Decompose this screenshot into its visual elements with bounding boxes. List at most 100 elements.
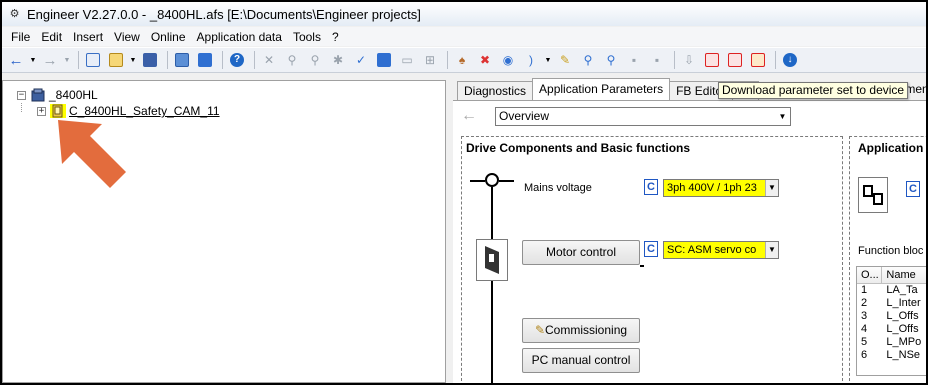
upload-parameter-icon[interactable]: ⇩ xyxy=(679,50,699,70)
chevron-down-icon[interactable]: ▼ xyxy=(765,242,778,258)
tab-diagnostics[interactable]: Diagnostics xyxy=(457,81,534,100)
function-blocks-label: Function bloc xyxy=(858,245,924,257)
application-title: Application xyxy=(858,141,924,155)
open-project-icon[interactable] xyxy=(106,50,126,70)
application-block-icon[interactable] xyxy=(858,177,888,213)
help-icon[interactable]: ? xyxy=(227,50,247,70)
menu-bar: File Edit Insert View Online Application… xyxy=(2,27,926,46)
device-dropdown-icon[interactable]: ▼ xyxy=(544,50,552,70)
motor-control-label: Motor control xyxy=(545,245,617,259)
device-9-icon[interactable]: ▪ xyxy=(647,50,667,70)
commissioning-button[interactable]: ✎Commissioning xyxy=(522,318,640,343)
menu-edit[interactable]: Edit xyxy=(38,30,70,44)
forward-arrow-icon[interactable]: → xyxy=(40,50,60,70)
online-1-icon[interactable]: ✕ xyxy=(259,50,279,70)
tree-root-label: _8400HL xyxy=(49,88,98,102)
table-row[interactable]: 3 L_Offs xyxy=(857,310,926,323)
row-name: L_Offs xyxy=(886,323,919,335)
window-icon[interactable] xyxy=(172,50,192,70)
download-parameter-set-icon[interactable] xyxy=(702,50,722,70)
table-header: O... Name xyxy=(857,267,926,284)
back-dropdown-icon[interactable]: ▼ xyxy=(29,50,37,70)
mains-line-right xyxy=(499,180,514,182)
device-icon xyxy=(50,104,66,118)
toolbar-separator xyxy=(254,51,255,69)
tree-root-node[interactable]: − _8400HL xyxy=(17,87,98,103)
online-5-icon[interactable]: ✓ xyxy=(351,50,371,70)
device-1-icon[interactable]: ♠ xyxy=(452,50,472,70)
table-row[interactable]: 4 L_Offs xyxy=(857,323,926,336)
application-parameters-panel: ← Overview ▼ Drive Components and Basic … xyxy=(453,100,926,383)
new-project-icon[interactable] xyxy=(83,50,103,70)
menu-application-data[interactable]: Application data xyxy=(194,30,290,44)
table-row[interactable]: 6 L_NSe xyxy=(857,349,926,362)
forward-dropdown-icon[interactable]: ▼ xyxy=(63,50,71,70)
mains-c-badge[interactable]: C xyxy=(644,179,658,195)
device-4-icon[interactable]: ) xyxy=(521,50,541,70)
table-row[interactable]: 2 L_Inter xyxy=(857,297,926,310)
online-4-icon[interactable]: ✱ xyxy=(328,50,348,70)
inverter-icon xyxy=(485,246,499,274)
motor-shadow xyxy=(640,265,644,267)
online-6-icon[interactable] xyxy=(374,50,394,70)
download-icon[interactable]: ↓ xyxy=(780,50,800,70)
table-row[interactable]: 1 LA_Ta xyxy=(857,284,926,297)
chevron-down-icon[interactable]: ▼ xyxy=(775,108,790,125)
chevron-down-icon[interactable]: ▼ xyxy=(765,180,778,196)
menu-insert[interactable]: Insert xyxy=(70,30,111,44)
device-7-icon[interactable]: ⚲ xyxy=(601,50,621,70)
device-5-icon[interactable]: ✎ xyxy=(555,50,575,70)
commissioning-label: Commissioning xyxy=(545,323,628,337)
device-3-icon[interactable]: ◉ xyxy=(498,50,518,70)
device-2-icon[interactable]: ✖ xyxy=(475,50,495,70)
motor-control-select[interactable]: SC: ASM servo co ▼ xyxy=(663,241,779,259)
tab-application-parameters[interactable]: Application Parameters xyxy=(532,78,671,100)
menu-tools[interactable]: Tools xyxy=(290,30,329,44)
menu-online[interactable]: Online xyxy=(148,30,194,44)
device-editor-pane: Diagnostics Application Parameters FB Ed… xyxy=(451,76,926,383)
online-7-icon[interactable]: ▭ xyxy=(397,50,417,70)
mains-voltage-select[interactable]: 3ph 400V / 1ph 23 ▼ xyxy=(663,179,779,197)
nav-back-icon[interactable]: ← xyxy=(461,107,479,125)
drive-components-group: Drive Components and Basic functions Mai… xyxy=(461,136,843,383)
online-3-icon[interactable]: ⚲ xyxy=(305,50,325,70)
application-c-badge[interactable]: C xyxy=(906,181,920,197)
mains-node-icon xyxy=(485,173,499,187)
tree-expand-icon[interactable]: + xyxy=(37,106,46,116)
window-title: Engineer V2.27.0.0 - _8400HL.afs [E:\Doc… xyxy=(27,7,421,22)
mains-line-left xyxy=(470,180,485,182)
mains-voltage-value: 3ph 400V / 1ph 23 xyxy=(667,182,757,194)
row-order: 4 xyxy=(861,323,868,335)
save-icon[interactable] xyxy=(140,50,160,70)
title-bar: ⚙ Engineer V2.27.0.0 - _8400HL.afs [E:\D… xyxy=(2,2,926,26)
device-8-icon[interactable]: ▪ xyxy=(624,50,644,70)
row-name: L_Inter xyxy=(886,297,921,309)
table-row[interactable]: 5 L_MPo xyxy=(857,336,926,349)
open-dropdown-icon[interactable]: ▼ xyxy=(129,50,137,70)
grid-view-icon[interactable] xyxy=(195,50,215,70)
pc-manual-control-label: PC manual control xyxy=(531,353,631,367)
menu-help[interactable]: ? xyxy=(329,30,347,44)
column-header-name[interactable]: Name xyxy=(882,267,926,283)
online-8-icon[interactable]: ⊞ xyxy=(420,50,440,70)
toolbar-separator xyxy=(78,51,79,69)
tree-collapse-icon[interactable]: − xyxy=(17,90,26,100)
tree-child-node[interactable]: + C_8400HL_Safety_CAM_11 xyxy=(37,103,220,119)
row-name: L_NSe xyxy=(886,349,921,361)
drive-icon xyxy=(476,239,508,281)
menu-view[interactable]: View xyxy=(111,30,148,44)
motor-c-badge[interactable]: C xyxy=(644,241,658,257)
download-program-icon[interactable] xyxy=(725,50,745,70)
pc-manual-control-button[interactable]: PC manual control xyxy=(522,348,640,373)
device-6-icon[interactable]: ⚲ xyxy=(578,50,598,70)
toolbar-separator xyxy=(447,51,448,69)
row-order: 3 xyxy=(861,310,868,322)
store-parameter-icon[interactable] xyxy=(748,50,768,70)
column-header-order[interactable]: O... xyxy=(857,267,883,283)
online-2-icon[interactable]: ⚲ xyxy=(282,50,302,70)
motor-control-button[interactable]: Motor control xyxy=(522,240,640,265)
back-arrow-icon[interactable]: ← xyxy=(6,50,26,70)
overview-select[interactable]: Overview ▼ xyxy=(495,107,791,126)
motor-control-value: SC: ASM servo co xyxy=(667,244,757,256)
menu-file[interactable]: File xyxy=(8,30,38,44)
